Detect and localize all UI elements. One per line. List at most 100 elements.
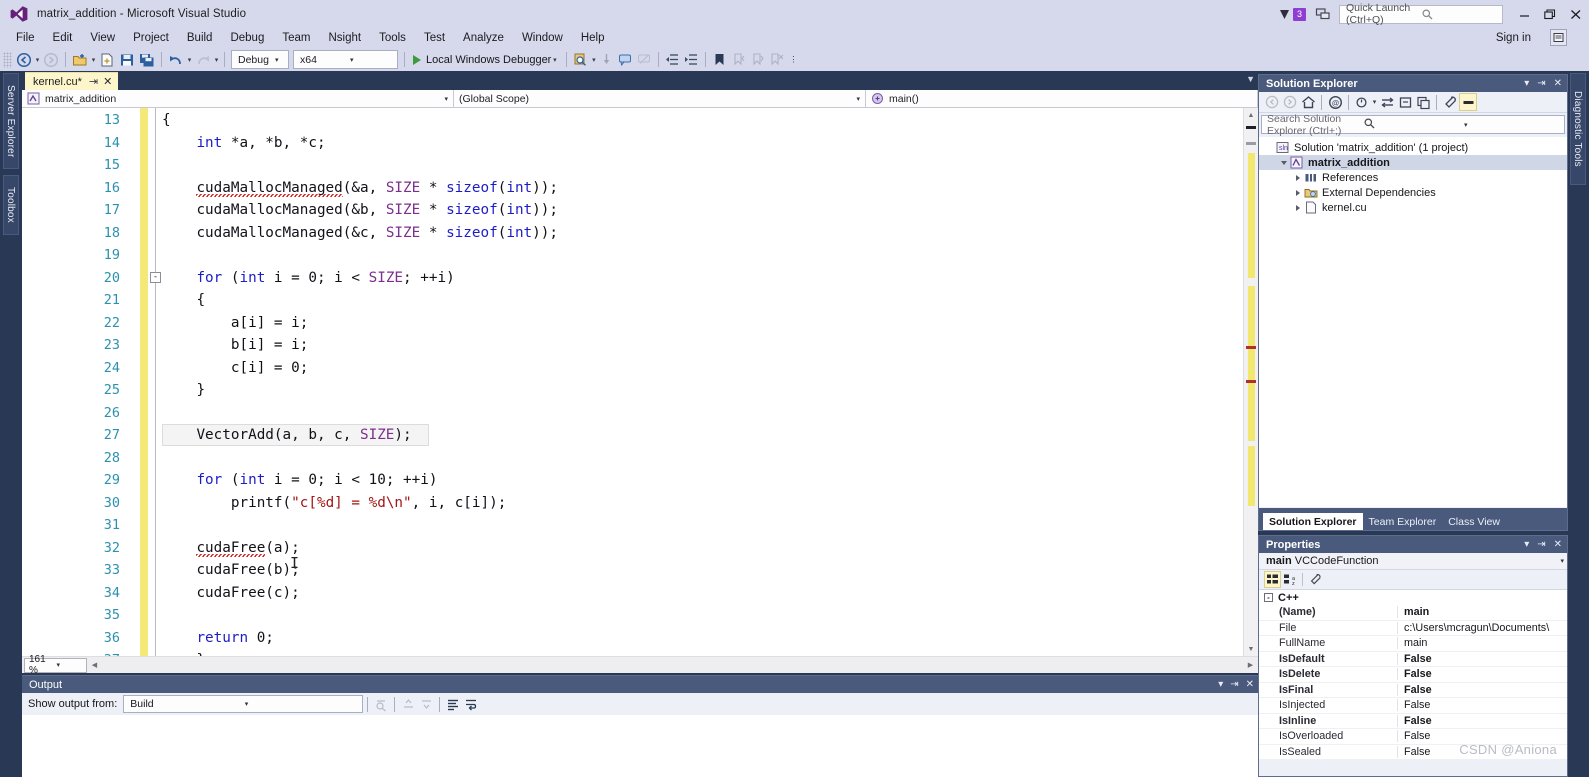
- property-row[interactable]: (Name) main: [1259, 605, 1567, 621]
- start-debugging-dropdown[interactable]: ▾: [551, 56, 558, 64]
- code-line[interactable]: 15: [22, 154, 1258, 177]
- window-position-icon[interactable]: ▾: [1218, 679, 1223, 690]
- code-line[interactable]: 28: [22, 447, 1258, 470]
- navigate-back-icon[interactable]: [14, 49, 34, 70]
- scrollbar-thumb[interactable]: [1248, 286, 1255, 441]
- code-editor-surface[interactable]: 13 {14 int *a, *b, *c; 15 16 cudaMallocMana…: [22, 108, 1258, 656]
- tree-item-matrix-addition[interactable]: matrix_addition: [1259, 155, 1567, 170]
- menu-item-team[interactable]: Team: [273, 30, 319, 46]
- clear-all-icon[interactable]: [444, 695, 462, 713]
- property-value[interactable]: main: [1397, 637, 1567, 650]
- collapse-all-icon[interactable]: [1414, 93, 1432, 111]
- home-icon[interactable]: [1299, 93, 1317, 111]
- toggle-word-wrap-icon[interactable]: [462, 695, 480, 713]
- tree-item-solution-matrix-addition-1-project[interactable]: sln Solution 'matrix_addition' (1 project…: [1259, 140, 1567, 155]
- quick-launch-input[interactable]: Quick Launch (Ctrl+Q): [1339, 2, 1503, 26]
- property-row[interactable]: IsInjected False: [1259, 698, 1567, 714]
- uncomment-icon[interactable]: [635, 49, 654, 70]
- code-line[interactable]: 25 }: [22, 379, 1258, 402]
- menu-item-debug[interactable]: Debug: [221, 30, 273, 46]
- pin-icon[interactable]: ⇥: [1230, 679, 1238, 690]
- output-pane-body[interactable]: [22, 715, 1258, 777]
- properties-wrench-icon[interactable]: [1441, 93, 1459, 111]
- new-project-dropdown[interactable]: ▾: [90, 56, 97, 64]
- menu-item-nsight[interactable]: Nsight: [319, 30, 370, 46]
- close-icon[interactable]: ✕: [103, 75, 112, 88]
- code-line[interactable]: 14 int *a, *b, *c;: [22, 132, 1258, 155]
- previous-bookmark-icon[interactable]: [729, 49, 748, 70]
- comment-icon[interactable]: [616, 49, 635, 70]
- close-icon[interactable]: ✕: [1554, 539, 1562, 550]
- redo-icon[interactable]: [193, 49, 213, 70]
- code-line[interactable]: 16 cudaMallocManaged(&a, SIZE * sizeof(i…: [22, 177, 1258, 200]
- code-line[interactable]: 17 cudaMallocManaged(&b, SIZE * sizeof(i…: [22, 199, 1258, 222]
- sync-with-active-document-icon[interactable]: [1378, 93, 1396, 111]
- solution-explorer-search-input[interactable]: Search Solution Explorer (Ctrl+;) ▾: [1261, 113, 1565, 137]
- property-value[interactable]: c:\Users\mcragun\Documents\: [1397, 621, 1567, 634]
- property-value[interactable]: False: [1397, 683, 1567, 696]
- code-line[interactable]: 27 VectorAdd(a, b, c, SIZE);: [22, 424, 1258, 447]
- tab-solution-explorer[interactable]: Solution Explorer: [1263, 513, 1363, 530]
- expander-closed-icon[interactable]: [1291, 204, 1304, 211]
- document-tab-kernel-cu[interactable]: kernel.cu* ⇥ ✕: [25, 72, 119, 90]
- navbar-project-combo[interactable]: matrix_addition ▾: [22, 89, 454, 108]
- property-row[interactable]: File c:\Users\mcragun\Documents\: [1259, 621, 1567, 636]
- show-all-files-dropdown[interactable]: ▾: [1371, 98, 1378, 106]
- redo-dropdown[interactable]: ▾: [213, 56, 220, 64]
- menu-item-analyze[interactable]: Analyze: [454, 30, 513, 46]
- menu-item-build[interactable]: Build: [178, 30, 222, 46]
- code-line[interactable]: 26: [22, 402, 1258, 425]
- new-project-icon[interactable]: [70, 49, 90, 70]
- go-to-previous-message-icon[interactable]: [399, 695, 417, 713]
- property-value[interactable]: False: [1397, 652, 1567, 665]
- tree-item-external-dependencies[interactable]: External Dependencies: [1259, 185, 1567, 200]
- menu-item-edit[interactable]: Edit: [44, 30, 82, 46]
- menu-item-test[interactable]: Test: [415, 30, 454, 46]
- toolbar-grip[interactable]: [3, 51, 12, 68]
- add-new-item-icon[interactable]: [97, 49, 117, 70]
- collapse-category-icon[interactable]: -: [1264, 593, 1273, 602]
- code-line[interactable]: 22 a[i] = i;: [22, 312, 1258, 335]
- code-line[interactable]: 23 b[i] = i;: [22, 334, 1258, 357]
- code-line[interactable]: 30 printf("c[%d] = %d\n", i, c[i]);: [22, 492, 1258, 515]
- code-line[interactable]: 31: [22, 514, 1258, 537]
- property-value[interactable]: main: [1397, 606, 1567, 619]
- increase-indent-icon[interactable]: [682, 49, 701, 70]
- close-icon[interactable]: ✕: [1554, 78, 1562, 89]
- property-row[interactable]: IsInline False: [1259, 714, 1567, 729]
- menu-item-help[interactable]: Help: [572, 30, 614, 46]
- find-in-files-icon[interactable]: [571, 49, 590, 70]
- property-row[interactable]: IsDelete False: [1259, 667, 1567, 683]
- property-value[interactable]: False: [1397, 699, 1567, 712]
- pin-icon[interactable]: ⇥: [89, 75, 98, 88]
- undo-dropdown[interactable]: ▾: [186, 56, 193, 64]
- scrollbar-thumb[interactable]: [1248, 446, 1255, 506]
- start-debugging-button[interactable]: Local Windows Debugger ▾: [409, 49, 562, 70]
- pin-icon[interactable]: ⇥: [1537, 539, 1545, 550]
- solution-configuration-combo[interactable]: Debug ▾: [231, 50, 289, 69]
- sidebar-item-diagnostic-tools[interactable]: Diagnostic Tools: [1570, 73, 1586, 185]
- expander-closed-icon[interactable]: [1291, 189, 1304, 196]
- scroll-left-button[interactable]: ◀: [87, 658, 102, 673]
- pending-changes-icon[interactable]: @: [1326, 93, 1344, 111]
- go-to-next-message-icon[interactable]: [417, 695, 435, 713]
- scroll-right-button[interactable]: ▶: [1243, 658, 1258, 673]
- navigate-back-dropdown[interactable]: ▾: [34, 56, 41, 64]
- property-row[interactable]: IsDefault False: [1259, 652, 1567, 667]
- code-line[interactable]: 29 for (int i = 0; i < 10; ++i): [22, 469, 1258, 492]
- scroll-up-button[interactable]: ▲: [1244, 108, 1258, 122]
- code-line[interactable]: 36 return 0;: [22, 627, 1258, 650]
- navigate-forward-icon[interactable]: [41, 49, 61, 70]
- property-row[interactable]: FullName main: [1259, 636, 1567, 652]
- chevron-down-icon[interactable]: ▾: [1524, 78, 1529, 89]
- scroll-down-button[interactable]: ▼: [1244, 642, 1258, 656]
- navbar-scope-combo[interactable]: (Global Scope) ▾: [454, 89, 866, 108]
- expander-open-icon[interactable]: [1277, 160, 1290, 165]
- property-row[interactable]: IsFinal False: [1259, 683, 1567, 698]
- tree-item-references[interactable]: References: [1259, 170, 1567, 185]
- properties-object-combo[interactable]: main VCCodeFunction ▾: [1259, 553, 1567, 570]
- property-value[interactable]: False: [1397, 714, 1567, 727]
- close-button[interactable]: [1563, 1, 1589, 27]
- editor-horizontal-scrollbar[interactable]: 161 % ▾ ◀ ▶: [22, 654, 1258, 676]
- sidebar-item-server-explorer[interactable]: Server Explorer: [3, 73, 19, 169]
